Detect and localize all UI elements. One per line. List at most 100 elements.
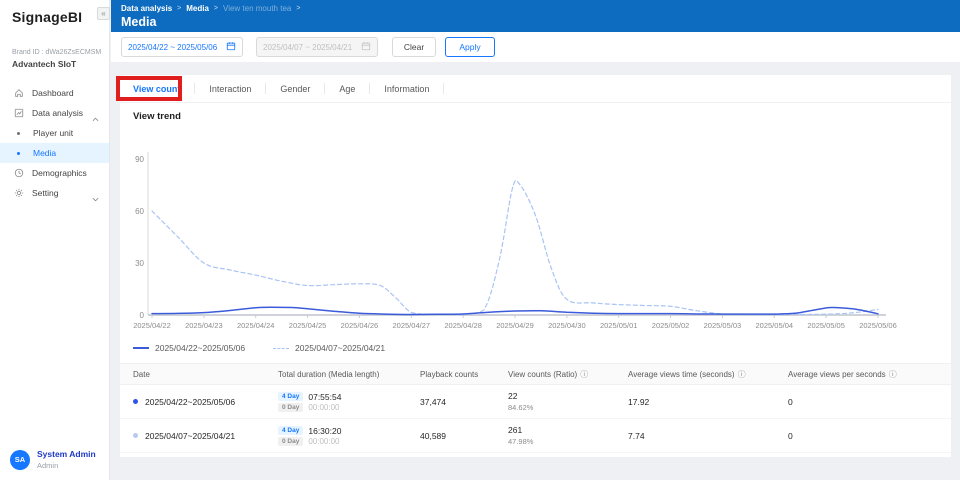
sidebar-item-media[interactable]: Media <box>0 143 109 163</box>
average-views-time-cell: 7.74 <box>628 430 645 441</box>
svg-text:2025/04/23: 2025/04/23 <box>185 321 223 330</box>
day-badge: 0 Day <box>278 436 304 446</box>
main-area: Data analysis > Media > View ten mouth t… <box>111 0 960 480</box>
breadcrumb-separator: > <box>296 5 301 12</box>
user-name: System Admin <box>37 449 96 459</box>
user-profile[interactable]: SA System Admin Admin <box>10 449 96 470</box>
svg-text:2025/04/25: 2025/04/25 <box>289 321 327 330</box>
info-icon[interactable]: ⓘ <box>580 369 588 380</box>
average-views-time-cell: 17.92 <box>628 396 650 407</box>
sidebar-item-demographics[interactable]: Demographics <box>0 163 109 183</box>
view-trend-chart-area: 0 30 60 90 2025/04/22 2025/04/23 2025/04/24 202… <box>130 140 942 335</box>
legend-solid-line-icon <box>133 347 149 349</box>
sidebar-item-label: Player unit <box>33 128 74 138</box>
legend-label: 2025/04/07~2025/04/21 <box>295 343 386 353</box>
table-header-row: Date Total duration (Media length) Playb… <box>120 363 951 385</box>
sidebar: SignageBI « Brand ID : dWa26ZsECMSM Adva… <box>0 0 110 480</box>
average-views-per-seconds-cell: 0 <box>788 396 793 407</box>
series-dot-icon <box>133 433 138 438</box>
sidebar-item-player-unit[interactable]: Player unit <box>0 123 109 143</box>
sidebar-item-dashboard[interactable]: Dashboard <box>0 83 109 103</box>
column-header-view-counts: View counts (Ratio) ⓘ <box>508 369 589 380</box>
breadcrumb-separator: > <box>177 5 182 12</box>
date-range-input-primary[interactable]: 2025/04/22 ~ 2025/05/06 <box>121 37 243 57</box>
tab-divider <box>194 83 196 94</box>
summary-table: Date Total duration (Media length) Playb… <box>120 363 951 453</box>
date-cell: 2025/04/22~2025/05/06 <box>133 397 278 407</box>
breadcrumb-data-analysis[interactable]: Data analysis <box>121 4 172 13</box>
breadcrumb-media-name: View ten mouth tea <box>223 4 292 13</box>
data-analysis-chart-icon <box>13 108 24 119</box>
sidebar-item-setting[interactable]: Setting <box>0 183 109 203</box>
svg-text:2025/05/06: 2025/05/06 <box>859 321 897 330</box>
tab-divider <box>324 83 326 94</box>
date-range-input-compare[interactable]: 2025/04/07 ~ 2025/04/21 <box>256 37 378 57</box>
page-title: Media <box>121 15 157 29</box>
tab-age[interactable]: Age <box>339 84 355 94</box>
sidebar-item-label: Dashboard <box>32 88 74 98</box>
playback-counts-cell: 40,589 <box>420 430 446 441</box>
series-dot-icon <box>133 399 138 404</box>
svg-text:2025/05/04: 2025/05/04 <box>756 321 794 330</box>
filter-bar: 2025/04/22 ~ 2025/05/06 2025/04/07 ~ 202… <box>111 32 960 62</box>
tab-view-count[interactable]: View count <box>133 84 180 94</box>
duration-cell: 4 Day 07:55:54 0 Day 00:00:00 <box>278 391 420 413</box>
content-card: View count Interaction Gender Age Inform… <box>116 75 951 457</box>
bullet-icon <box>17 151 20 155</box>
legend-item-previous[interactable]: 2025/04/07~2025/04/21 <box>273 343 385 353</box>
date-cell: 2025/04/07~2025/04/21 <box>133 431 278 441</box>
tab-interaction[interactable]: Interaction <box>209 84 251 94</box>
column-header-average-views-time: Average views time (seconds) ⓘ <box>628 369 746 380</box>
tab-bar: View count Interaction Gender Age Inform… <box>120 75 951 103</box>
sidebar-item-label: Setting <box>32 188 59 198</box>
tab-gender[interactable]: Gender <box>280 84 310 94</box>
breadcrumb-separator: > <box>213 5 218 12</box>
clear-button[interactable]: Clear <box>392 37 436 57</box>
tab-divider <box>265 83 267 94</box>
sidebar-collapse-button[interactable]: « <box>97 7 110 20</box>
day-badge: 0 Day <box>278 402 304 412</box>
info-icon[interactable]: ⓘ <box>889 369 897 380</box>
brand-name: Advantech SIoT <box>12 59 77 69</box>
svg-text:2025/04/28: 2025/04/28 <box>444 321 482 330</box>
table-row-current-period: 2025/04/22~2025/05/06 4 Day 07:55:54 0 D… <box>120 385 951 419</box>
svg-text:2025/04/30: 2025/04/30 <box>548 321 586 330</box>
info-icon[interactable]: ⓘ <box>738 369 746 380</box>
chart-title: View trend <box>133 111 181 122</box>
view-counts-cell: 22 84.62% <box>508 391 534 412</box>
svg-text:2025/04/27: 2025/04/27 <box>393 321 431 330</box>
sidebar-nav: Dashboard Data analysis Player unit Medi… <box>0 83 109 203</box>
svg-text:2025/05/05: 2025/05/05 <box>807 321 845 330</box>
gear-icon <box>13 188 24 199</box>
user-texts: System Admin Admin <box>37 449 96 470</box>
svg-text:60: 60 <box>135 207 144 216</box>
sidebar-item-label: Data analysis <box>32 108 84 118</box>
tab-divider <box>369 83 371 94</box>
sidebar-item-data-analysis[interactable]: Data analysis <box>0 103 109 123</box>
svg-text:0: 0 <box>140 311 145 320</box>
view-trend-chart: 0 30 60 90 2025/04/22 2025/04/23 2025/04/24 202… <box>133 152 897 330</box>
apply-button[interactable]: Apply <box>445 37 495 57</box>
column-header-average-views-per-seconds: Average views per seconds ⓘ <box>788 369 897 380</box>
page-header: Data analysis > Media > View ten mouth t… <box>111 0 960 32</box>
svg-text:2025/05/03: 2025/05/03 <box>704 321 742 330</box>
tab-information[interactable]: Information <box>384 84 429 94</box>
bullet-icon <box>17 131 20 135</box>
breadcrumb: Data analysis > Media > View ten mouth t… <box>121 4 960 13</box>
table-row-previous-period: 2025/04/07~2025/04/21 4 Day 16:30:20 0 D… <box>120 419 951 453</box>
legend-dashed-line-icon <box>273 347 290 349</box>
brand-id-label: Brand ID : dWa26ZsECMSM <box>12 49 102 56</box>
breadcrumb-media[interactable]: Media <box>186 4 209 13</box>
legend-item-current[interactable]: 2025/04/22~2025/05/06 <box>133 343 245 353</box>
svg-text:2025/05/02: 2025/05/02 <box>652 321 690 330</box>
chevron-down-icon <box>92 189 99 207</box>
svg-text:2025/05/01: 2025/05/01 <box>600 321 638 330</box>
user-avatar: SA <box>10 449 30 470</box>
svg-text:2025/04/24: 2025/04/24 <box>237 321 275 330</box>
svg-text:30: 30 <box>135 259 144 268</box>
sidebar-item-label: Demographics <box>32 168 87 178</box>
view-counts-cell: 261 47.98% <box>508 425 534 446</box>
brand-block: Brand ID : dWa26ZsECMSM Advantech SIoT <box>0 25 109 69</box>
legend-label: 2025/04/22~2025/05/06 <box>155 343 246 353</box>
column-header-playback-counts: Playback counts <box>420 369 479 379</box>
